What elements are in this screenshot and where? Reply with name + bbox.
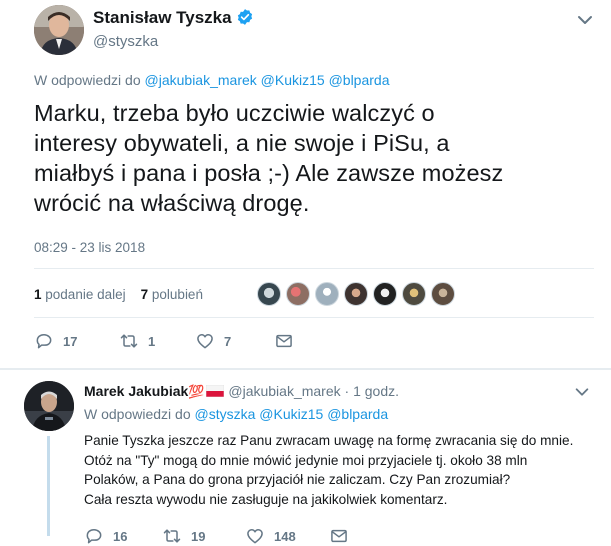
likes-stat-label: polubień (151, 287, 203, 302)
reply-tweet-actions: 16 19 148 (84, 525, 384, 545)
reply-time[interactable]: 1 godz. (353, 383, 399, 399)
liker-avatar[interactable] (402, 282, 426, 306)
reply-text-line: Polaków, a Pana do grona przyjaciół nie … (84, 472, 511, 488)
reply-text-line: Cała reszta wywodu nie zasługuje na jaki… (84, 492, 448, 508)
direct-message-button[interactable] (274, 330, 294, 352)
verified-badge-icon (237, 9, 252, 25)
retweets-stat[interactable]: 1 podanie dalej (34, 287, 126, 302)
reply-prefix: W odpowiedzi do (34, 72, 141, 88)
tweet-text-line: Marku, trzeba było uczciwie walczyć o (34, 100, 435, 126)
header-separator: · (344, 383, 350, 399)
retweet-count: 1 (148, 333, 156, 349)
author-name-row[interactable]: Stanisław Tyszka (93, 8, 254, 28)
tweet-text: Marku, trzeba było uczciwie walczyć o in… (34, 98, 594, 218)
reply-mentions[interactable]: @styszka @Kukiz15 @blparda (195, 406, 389, 422)
chevron-down-icon[interactable] (573, 383, 591, 401)
avatar-image (34, 5, 84, 55)
liker-avatar[interactable] (257, 282, 281, 306)
reply-text: Panie Tyszka jeszcze raz Panu zwracam uw… (84, 431, 599, 510)
liker-avatar[interactable] (373, 282, 397, 306)
reply-button[interactable]: 17 (34, 330, 77, 352)
reply-button[interactable]: 16 (84, 525, 127, 546)
reply-text-line: Otóż na "Ty" mogą do mnie mówić jedynie … (84, 452, 528, 468)
retweet-icon (163, 529, 181, 543)
avatar[interactable] (34, 5, 84, 55)
retweets-stat-count: 1 (34, 287, 42, 302)
thread-connector (47, 436, 50, 536)
like-count: 148 (274, 528, 296, 544)
retweet-count: 19 (191, 528, 206, 544)
author-display-name[interactable]: Stanisław Tyszka (93, 8, 232, 27)
avatar-image (24, 381, 74, 431)
reply-icon (86, 529, 102, 544)
main-tweet: Stanisław Tyszka @styszka W odpowiedzi d… (0, 0, 611, 370)
reply-author-handle[interactable]: @jakubiak_marek (228, 383, 340, 399)
tweet-text-line: miałbyś i pana i posła ;-) Ale zawsze mo… (34, 160, 504, 186)
retweet-button[interactable]: 19 (162, 525, 205, 546)
reply-author-row: Marek Jakubiak💯 @jakubiak_marek · 1 godz… (84, 383, 399, 400)
polish-flag-icon (206, 384, 225, 398)
reply-author-name[interactable]: Marek Jakubiak (84, 383, 188, 399)
author-handle[interactable]: @styszka (93, 33, 158, 50)
divider (0, 368, 611, 370)
reply-count: 17 (63, 333, 78, 349)
reply-mentions[interactable]: @jakubiak_marek @Kukiz15 @blparda (145, 72, 390, 88)
tweet-actions: 17 1 7 (34, 330, 334, 352)
direct-message-icon (276, 334, 292, 348)
liker-avatar[interactable] (286, 282, 310, 306)
reply-context: W odpowiedzi do @styszka @Kukiz15 @blpar… (84, 406, 388, 422)
like-icon (197, 334, 213, 349)
likes-stat-count: 7 (140, 287, 149, 302)
reply-tweet[interactable]: Marek Jakubiak💯 @jakubiak_marek · 1 godz… (0, 371, 611, 546)
liker-avatar[interactable] (431, 282, 455, 306)
like-button[interactable]: 7 (195, 330, 231, 352)
reply-icon (36, 334, 52, 349)
liker-avatar[interactable] (344, 282, 368, 306)
divider (34, 268, 594, 269)
avatar[interactable] (24, 381, 74, 431)
direct-message-button[interactable] (329, 525, 349, 546)
tweet-text-line: interesy obywateli, a nie swoje i PiSu, … (34, 130, 450, 156)
like-count: 7 (224, 333, 232, 349)
divider (34, 317, 594, 318)
tweet-stats: 1 podanie dalej 7 polubień (34, 287, 203, 302)
like-icon (247, 529, 263, 544)
like-button[interactable]: 148 (245, 525, 296, 546)
reply-count: 16 (113, 528, 128, 544)
retweets-stat-label: podanie dalej (45, 287, 126, 302)
retweet-icon (120, 334, 138, 348)
likes-stat[interactable]: 7 polubień (141, 287, 203, 302)
retweet-button[interactable]: 1 (119, 330, 155, 352)
direct-message-icon (331, 529, 347, 543)
hundred-points-emoji: 💯 (188, 384, 205, 399)
reply-text-line: Panie Tyszka jeszcze raz Panu zwracam uw… (84, 433, 574, 448)
reply-context: W odpowiedzi do @jakubiak_marek @Kukiz15… (34, 72, 390, 88)
tweet-text-line: wrócić na właściwą drogę. (34, 190, 310, 216)
liker-avatar[interactable] (315, 282, 339, 306)
reply-prefix: W odpowiedzi do (84, 406, 191, 422)
tweet-timestamp[interactable]: 08:29 - 23 lis 2018 (34, 240, 145, 255)
chevron-down-icon[interactable] (575, 10, 595, 30)
